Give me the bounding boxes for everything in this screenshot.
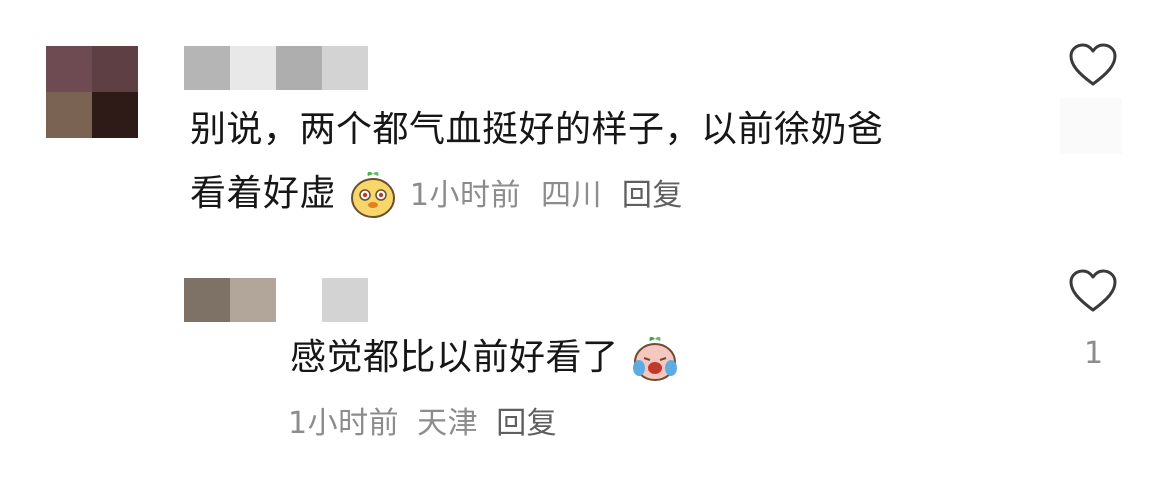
like-count: 1 [1084, 336, 1104, 371]
comment-text: 别说，两个都气血挺好的样子，以前徐奶爸 [190, 102, 884, 158]
crying-laughing-emoji [630, 334, 680, 384]
smug-dog-emoji [348, 170, 398, 220]
comment-text-line: 看着好虚 [190, 173, 337, 214]
reply-text-row: 感觉都比以前好看了 [290, 330, 680, 386]
comment-text-line: 别说，两个都气血挺好的样子，以前徐奶爸 [190, 109, 884, 150]
username-blurred[interactable] [184, 46, 368, 90]
comment-time: 1小时前 [409, 178, 522, 213]
comment-time: 1小时前 [288, 406, 400, 441]
reply-button[interactable]: 回复 [622, 178, 683, 213]
comment-text-row: 看着好虚 1小时前 四川 回复 [190, 166, 683, 224]
heart-outline-icon[interactable] [1068, 268, 1118, 314]
comment-location: 四川 [540, 178, 602, 213]
reply-meta: 1小时前 天津 回复 [288, 398, 557, 442]
like-area-placeholder [1060, 98, 1122, 154]
reply-button[interactable]: 回复 [496, 406, 557, 441]
comment-location: 天津 [417, 406, 479, 441]
reply-text: 感觉都比以前好看了 [290, 337, 619, 378]
username-blurred[interactable] [184, 278, 368, 322]
heart-outline-icon[interactable] [1068, 42, 1118, 88]
avatar[interactable] [46, 46, 138, 138]
